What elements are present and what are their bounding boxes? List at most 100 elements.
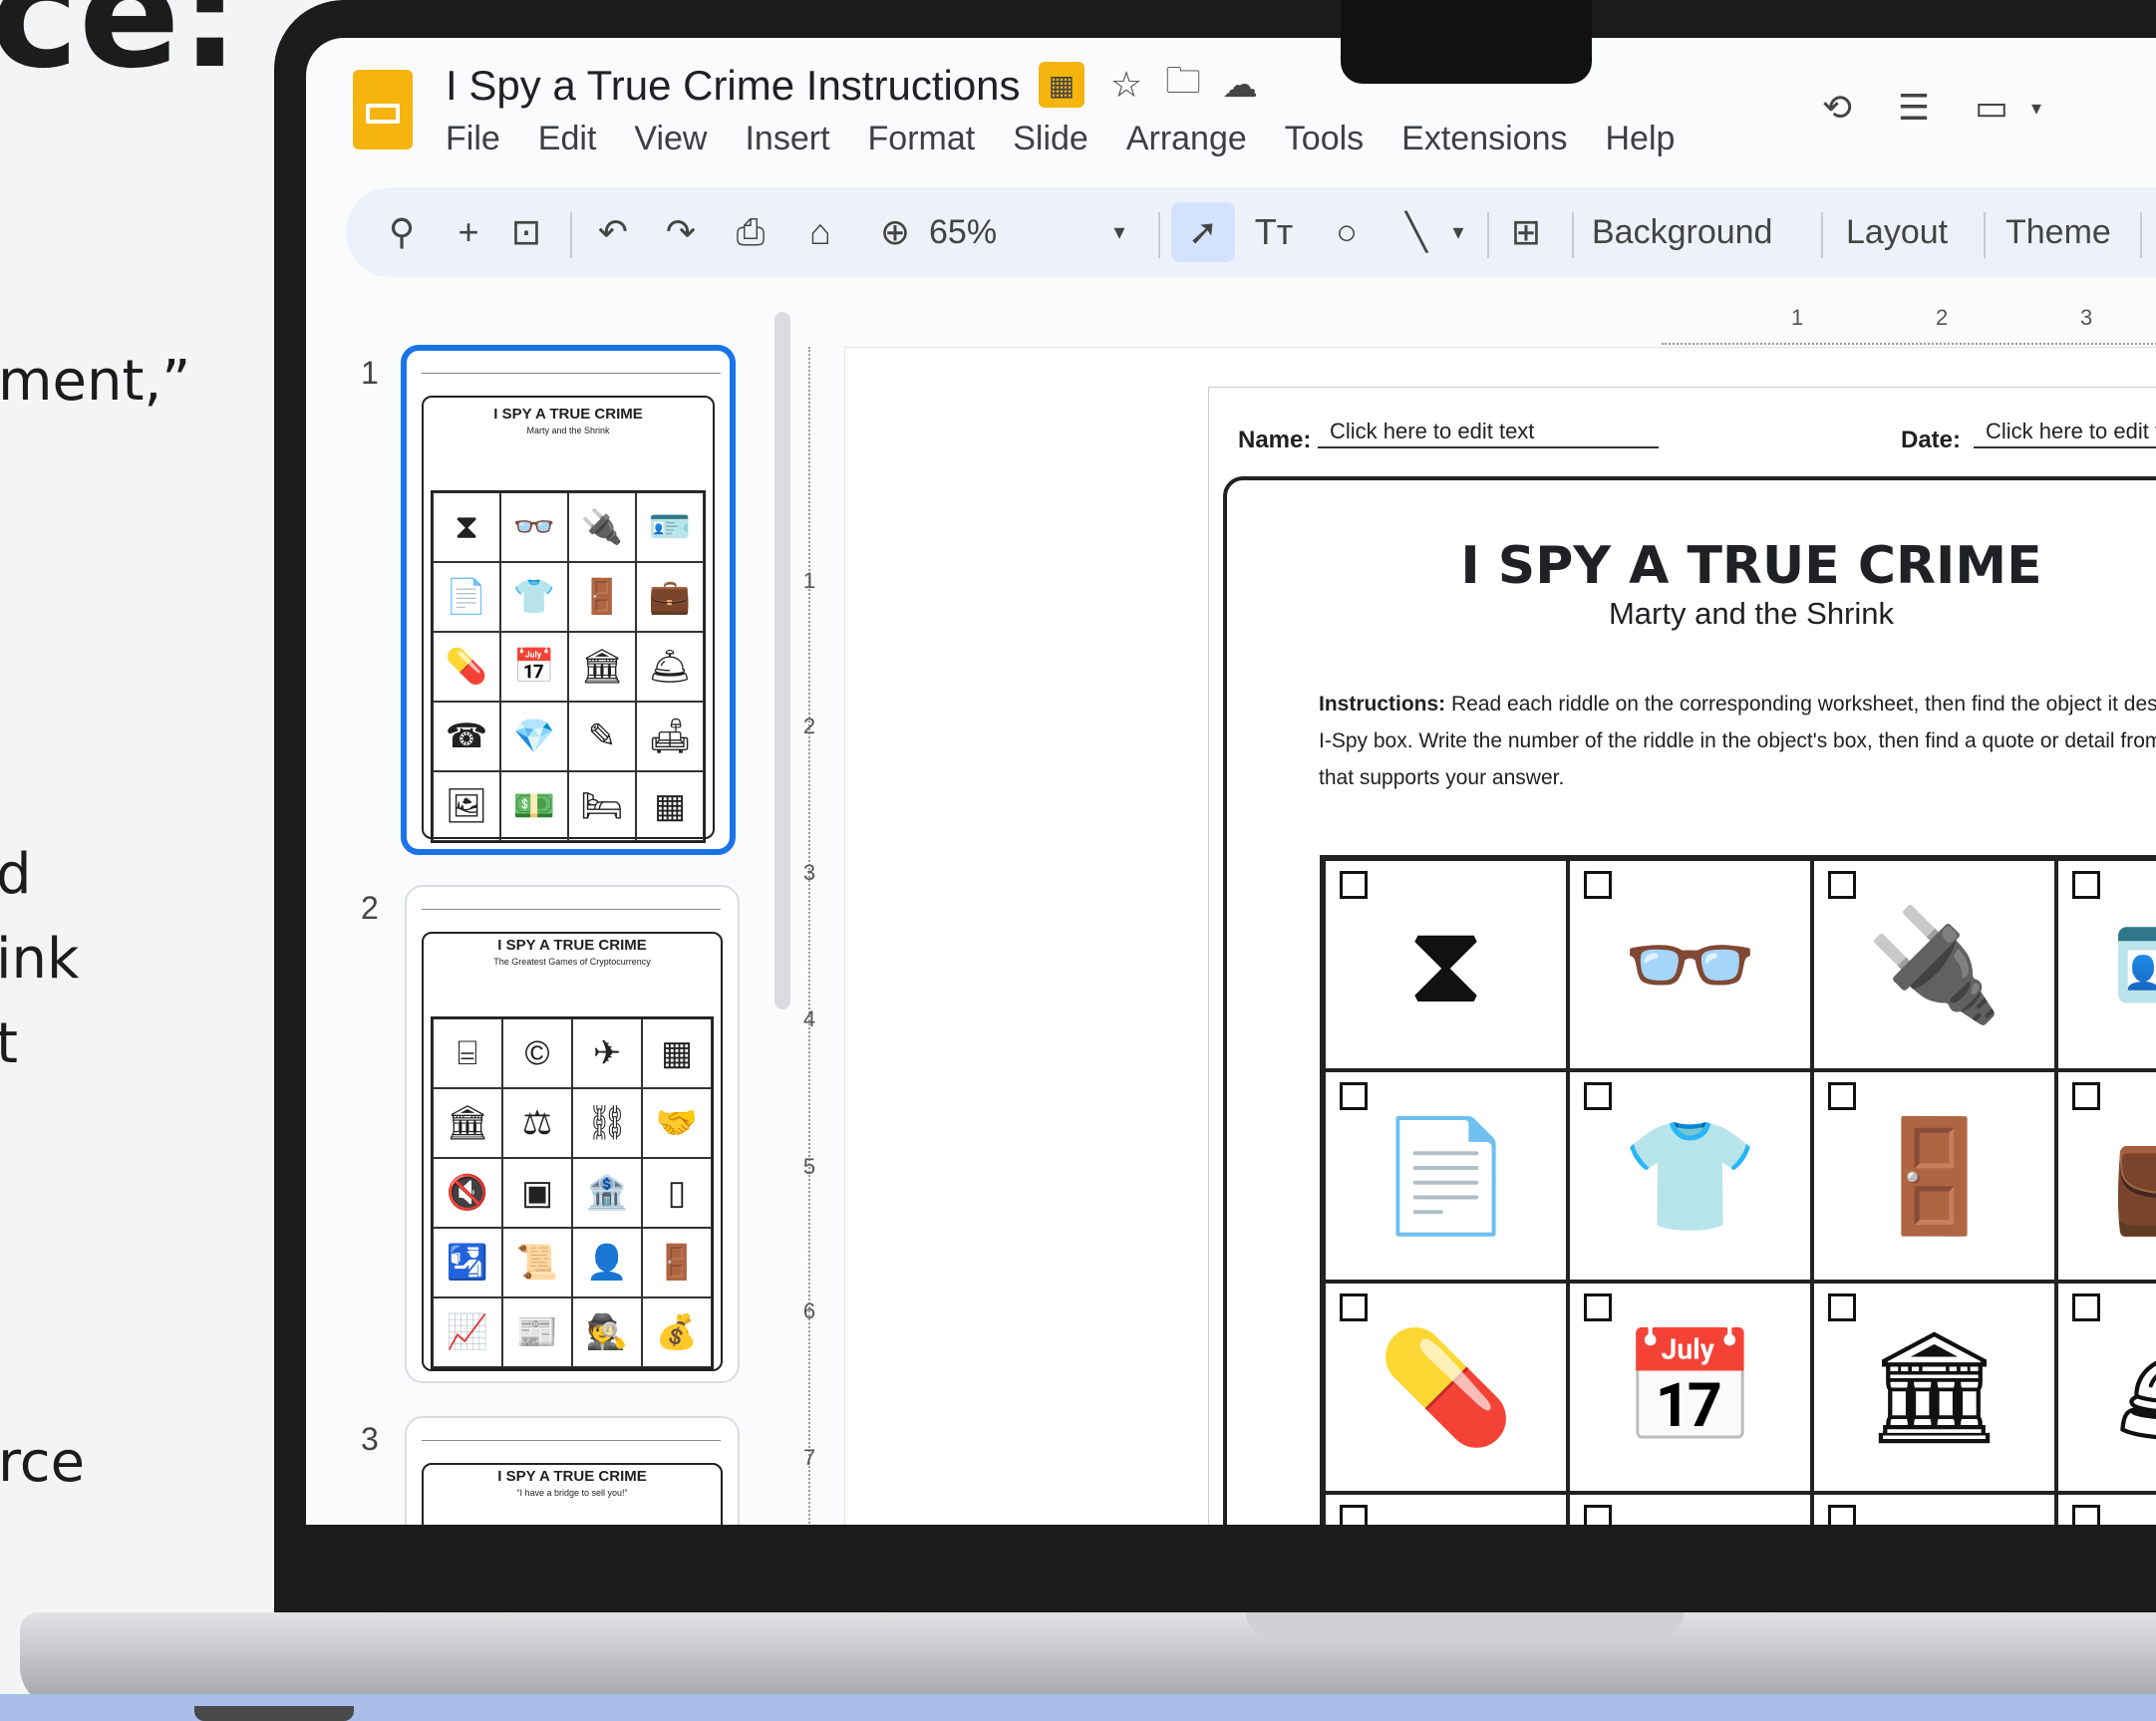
menu-view[interactable]: View <box>634 120 707 158</box>
doc-title[interactable]: I Spy a True Crime Instructions <box>446 62 1021 110</box>
ruler-v-6: 6 <box>802 1298 816 1323</box>
shirt-icon: 👕 <box>1622 1114 1758 1238</box>
print-icon[interactable]: ⎙ <box>725 202 776 262</box>
ispy-cell-building[interactable]: 🏛 <box>1812 1282 2056 1493</box>
slide-thumbnail-2[interactable]: I SPY A TRUE CRIME The Greatest Games of… <box>405 885 740 1383</box>
ispy-cell-cable[interactable]: 🔌 <box>1812 859 2056 1070</box>
ispy-cell-row4-1[interactable] <box>1324 1493 1568 1525</box>
zoom-icon[interactable]: ⊕ <box>869 202 921 262</box>
cloche-icon: 🛎 <box>2109 1323 2156 1452</box>
filmstrip-scrollbar[interactable] <box>774 312 790 1009</box>
ruler-v-1: 1 <box>802 568 816 593</box>
id-card-icon: 🪪 <box>2110 901 2156 1029</box>
folder-icon[interactable]: 🗀 <box>1160 60 1206 108</box>
worksheet-subtitle[interactable]: Marty and the Shrink <box>1402 596 2100 632</box>
redo-icon[interactable]: ↷ <box>655 202 707 262</box>
history-icon[interactable]: ⟲ <box>1811 82 1863 134</box>
ispy-cell-cloche[interactable]: 🛎 <box>2056 1282 2156 1493</box>
checkbox[interactable] <box>1584 1293 1612 1321</box>
shape-icon[interactable]: ○ <box>1321 202 1373 262</box>
briefcase-icon: 💼 <box>2110 1112 2156 1241</box>
checkbox[interactable] <box>1340 871 1368 899</box>
menu-insert[interactable]: Insert <box>745 120 829 158</box>
worksheet-instructions[interactable]: Instructions: Read each riddle on the co… <box>1319 686 2156 796</box>
menu-help[interactable]: Help <box>1606 120 1676 158</box>
calendar-icon: 📅 <box>1622 1325 1758 1449</box>
bg-line-2: d <box>0 842 32 907</box>
hourglass-icon: ⧗ <box>1406 902 1485 1025</box>
menu-arrange[interactable]: Arrange <box>1126 120 1247 158</box>
instructions-label: Instructions: <box>1319 693 1446 716</box>
checkbox[interactable] <box>1584 871 1612 899</box>
checkbox[interactable] <box>1828 1293 1856 1321</box>
ruler-h-3: 3 <box>2080 305 2093 330</box>
checkbox[interactable] <box>1584 1505 1612 1525</box>
worksheet-title[interactable]: I SPY A TRUE CRIME <box>1402 536 2100 596</box>
slide-thumbnail-3[interactable]: I SPY A TRUE CRIME “I have a bridge to s… <box>405 1416 740 1525</box>
checkbox[interactable] <box>1828 871 1856 899</box>
paint-format-icon[interactable]: ⌂ <box>794 202 846 262</box>
ispy-cell-shirt[interactable]: 👕 <box>1568 1070 1812 1282</box>
checkbox[interactable] <box>1340 1082 1368 1110</box>
menu-file[interactable]: File <box>446 120 500 158</box>
ispy-cell-row4-2[interactable] <box>1568 1493 1812 1525</box>
ispy-cell-row4-4[interactable] <box>2056 1493 2156 1525</box>
ispy-cell-glasses[interactable]: 👓 <box>1568 859 1812 1070</box>
menu-edit[interactable]: Edit <box>538 120 597 158</box>
checkbox[interactable] <box>1828 1082 1856 1110</box>
cloud-icon[interactable]: ☁ <box>1217 62 1263 108</box>
bg-line-4: t <box>0 1011 18 1076</box>
laptop-foot <box>194 1706 354 1721</box>
new-slide-layout-icon[interactable]: ⊡ <box>500 202 552 262</box>
checkbox[interactable] <box>1828 1505 1856 1525</box>
camera-notch <box>1341 0 1592 84</box>
ispy-cell-id-card[interactable]: 🪪 <box>2056 859 2156 1070</box>
ispy-cell-hourglass[interactable]: ⧗ <box>1324 859 1568 1070</box>
ispy-cell-calendar[interactable]: 📅 <box>1568 1282 1812 1493</box>
checkbox[interactable] <box>1340 1293 1368 1321</box>
laptop-lip <box>1246 1612 1685 1638</box>
star-icon[interactable]: ☆ <box>1103 62 1149 108</box>
line-dropdown-icon[interactable]: ▾ <box>1432 202 1484 262</box>
checkbox[interactable] <box>1340 1505 1368 1525</box>
comment-add-icon[interactable]: ⊞ <box>1500 202 1552 262</box>
checkbox[interactable] <box>2072 871 2100 899</box>
slide-thumbnail-1[interactable]: I SPY A TRUE CRIME Marty and the Shrink … <box>401 345 736 855</box>
text-box-icon[interactable]: Tт <box>1248 202 1300 262</box>
checkbox[interactable] <box>1584 1082 1612 1110</box>
theme-button[interactable]: Theme <box>2005 202 2111 262</box>
checkbox[interactable] <box>2072 1082 2100 1110</box>
building-icon: 🏛 <box>1864 1325 2004 1449</box>
background-button[interactable]: Background <box>1592 202 1772 262</box>
bg-line-1: ment,” <box>0 349 191 414</box>
menu-format[interactable]: Format <box>868 120 976 158</box>
chevron-down-icon[interactable]: ▾ <box>2010 82 2062 134</box>
checkbox[interactable] <box>2072 1505 2100 1525</box>
ispy-cell-document[interactable]: 📄 <box>1324 1070 1568 1282</box>
zoom-select[interactable]: 65% <box>929 202 997 262</box>
zoom-dropdown-icon[interactable]: ▾ <box>1093 202 1145 262</box>
menu-bar: File Edit View Insert Format Slide Arran… <box>446 120 1675 158</box>
menu-slide[interactable]: Slide <box>1013 120 1088 158</box>
menu-extensions[interactable]: Extensions <box>1401 120 1567 158</box>
undo-icon[interactable]: ↶ <box>587 202 639 262</box>
ispy-cell-medicine[interactable]: 💊 <box>1324 1282 1568 1493</box>
new-slide-icon[interactable]: + <box>443 202 494 262</box>
layout-button[interactable]: Layout <box>1846 202 1948 262</box>
select-tool-icon[interactable]: ➚ <box>1171 202 1235 262</box>
checkbox[interactable] <box>2072 1293 2100 1321</box>
glasses-icon: 👓 <box>1622 903 1758 1026</box>
ispy-cell-briefcase[interactable]: 💼 <box>2056 1070 2156 1282</box>
name-field[interactable]: Click here to edit text <box>1318 419 1659 448</box>
menu-tools[interactable]: Tools <box>1285 120 1364 158</box>
slides-icon[interactable]: ▦ <box>1039 62 1084 108</box>
slides-logo-icon[interactable] <box>353 70 413 149</box>
ruler-v-3: 3 <box>802 860 816 885</box>
heading-fragment: ce: <box>0 0 240 102</box>
ispy-cell-row4-3[interactable] <box>1812 1493 2056 1525</box>
date-field[interactable]: Click here to edit t <box>1974 419 2156 448</box>
comments-icon[interactable]: ☰ <box>1888 82 1940 134</box>
ispy-cell-door[interactable]: 🚪 <box>1812 1070 2056 1282</box>
search-menus-icon[interactable]: ⚲ <box>376 202 428 262</box>
ruler-v-2: 2 <box>802 714 816 738</box>
